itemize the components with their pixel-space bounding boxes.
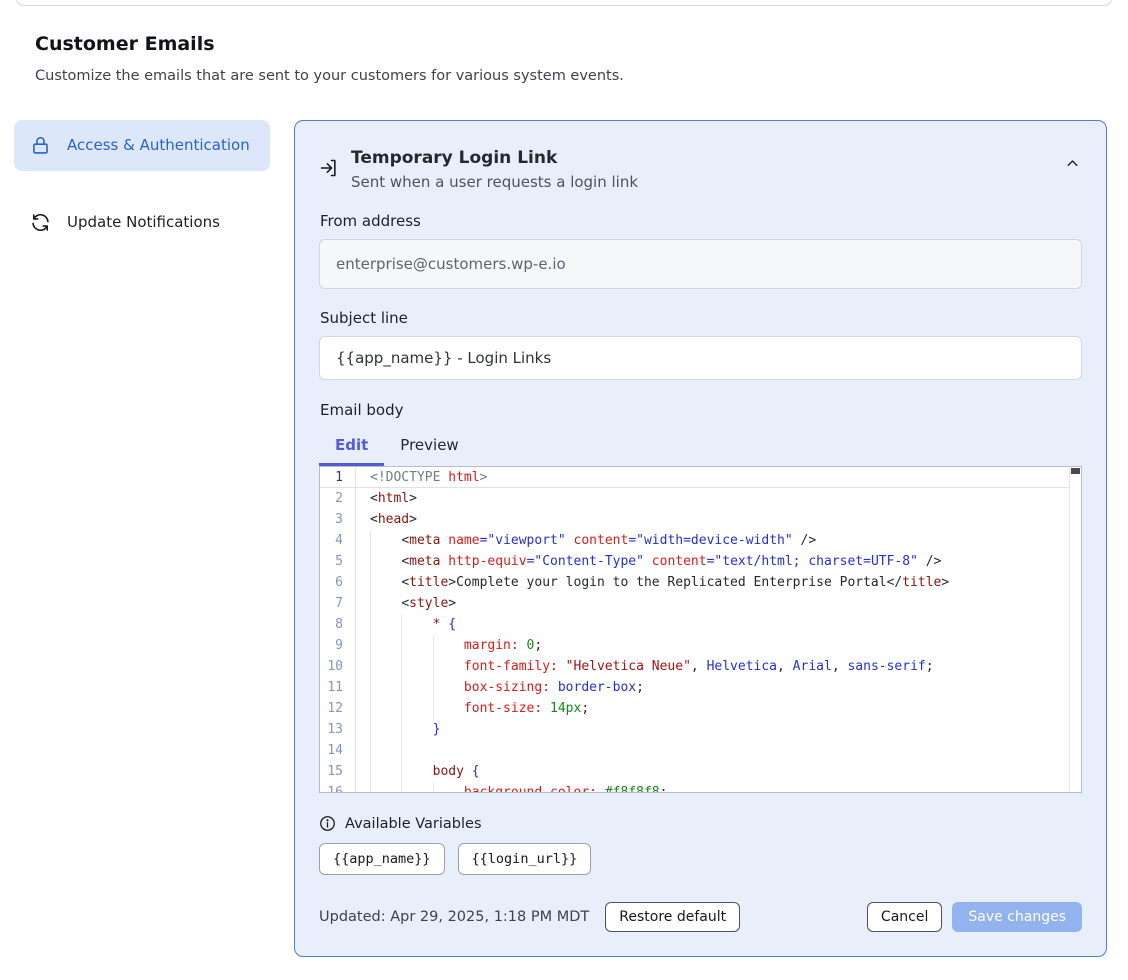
email-body-label: Email body	[320, 401, 1082, 419]
code-line: 13 }	[320, 719, 1081, 740]
panel-subtitle: Sent when a user requests a login link	[351, 173, 638, 191]
from-address-label: From address	[320, 212, 1082, 230]
code-line: 12 font-size: 14px;	[320, 698, 1081, 719]
subject-line-input[interactable]	[319, 336, 1082, 380]
code-line: 4 <meta name="viewport" content="width=d…	[320, 530, 1081, 551]
code-line: 15 body {	[320, 761, 1081, 782]
tab-preview[interactable]: Preview	[384, 429, 474, 466]
chevron-up-icon	[1065, 156, 1080, 174]
panel-header-text: Temporary Login Link Sent when a user re…	[351, 148, 638, 191]
code-lines: 1<!DOCTYPE html>2<html>3<head>4 <meta na…	[320, 467, 1081, 793]
variable-chips: {{app_name}} {{login_url}}	[319, 843, 1082, 875]
sidebar-item-update-notifications[interactable]: Update Notifications	[14, 197, 270, 248]
subject-line-label: Subject line	[320, 309, 1082, 327]
email-body-tabs: Edit Preview	[319, 429, 1082, 466]
editor-scrollbar-thumb[interactable]	[1071, 468, 1080, 474]
available-variables-header: Available Variables	[319, 815, 1082, 832]
restore-default-button[interactable]: Restore default	[605, 902, 740, 932]
tab-edit[interactable]: Edit	[319, 429, 384, 466]
panel-header: Temporary Login Link Sent when a user re…	[319, 148, 1082, 191]
collapse-button[interactable]	[1065, 156, 1080, 174]
code-line: 7 <style>	[320, 593, 1081, 614]
code-line: 2<html>	[320, 488, 1081, 509]
editor-scrollbar-track[interactable]	[1069, 467, 1081, 792]
page-subtitle: Customize the emails that are sent to yo…	[35, 68, 1128, 84]
variable-chip-login-url[interactable]: {{login_url}}	[458, 843, 592, 875]
sidebar-item-access-authentication[interactable]: Access & Authentication	[14, 120, 270, 171]
content-row: Access & Authentication Update Notificat…	[14, 120, 1107, 957]
page-title: Customer Emails	[35, 33, 1128, 55]
save-changes-button[interactable]: Save changes	[952, 902, 1082, 932]
code-line: 10 font-family: "Helvetica Neue", Helvet…	[320, 656, 1081, 677]
code-line: 14	[320, 740, 1081, 761]
top-card-edge	[15, 0, 1113, 6]
panel-footer: Updated: Apr 29, 2025, 1:18 PM MDT Resto…	[319, 902, 1082, 932]
panel-title: Temporary Login Link	[351, 148, 638, 168]
code-line: 9 margin: 0;	[320, 635, 1081, 656]
updated-timestamp: Updated: Apr 29, 2025, 1:18 PM MDT	[319, 909, 589, 925]
sidebar: Access & Authentication Update Notificat…	[14, 120, 270, 249]
login-icon	[319, 158, 339, 178]
info-icon	[319, 815, 336, 832]
code-line: 11 box-sizing: border-box;	[320, 677, 1081, 698]
from-address-input[interactable]	[319, 239, 1082, 289]
refresh-icon	[30, 212, 51, 233]
sidebar-item-label: Update Notifications	[67, 211, 220, 234]
variable-chip-app-name[interactable]: {{app_name}}	[319, 843, 445, 875]
footer-actions: Cancel Save changes	[867, 902, 1082, 932]
email-settings-panel: Temporary Login Link Sent when a user re…	[294, 120, 1107, 957]
code-line: 1<!DOCTYPE html>	[320, 467, 1081, 488]
code-line: 6 <title>Complete your login to the Repl…	[320, 572, 1081, 593]
code-line: 5 <meta http-equiv="Content-Type" conten…	[320, 551, 1081, 572]
code-line: 16 background-color: #f8f8f8;	[320, 782, 1081, 793]
code-line: 8 * {	[320, 614, 1081, 635]
code-line: 3<head>	[320, 509, 1081, 530]
available-variables-label: Available Variables	[345, 816, 482, 832]
lock-icon	[30, 135, 51, 156]
sidebar-item-label: Access & Authentication	[67, 134, 250, 157]
code-editor[interactable]: 1<!DOCTYPE html>2<html>3<head>4 <meta na…	[319, 466, 1082, 793]
cancel-button[interactable]: Cancel	[867, 902, 942, 932]
